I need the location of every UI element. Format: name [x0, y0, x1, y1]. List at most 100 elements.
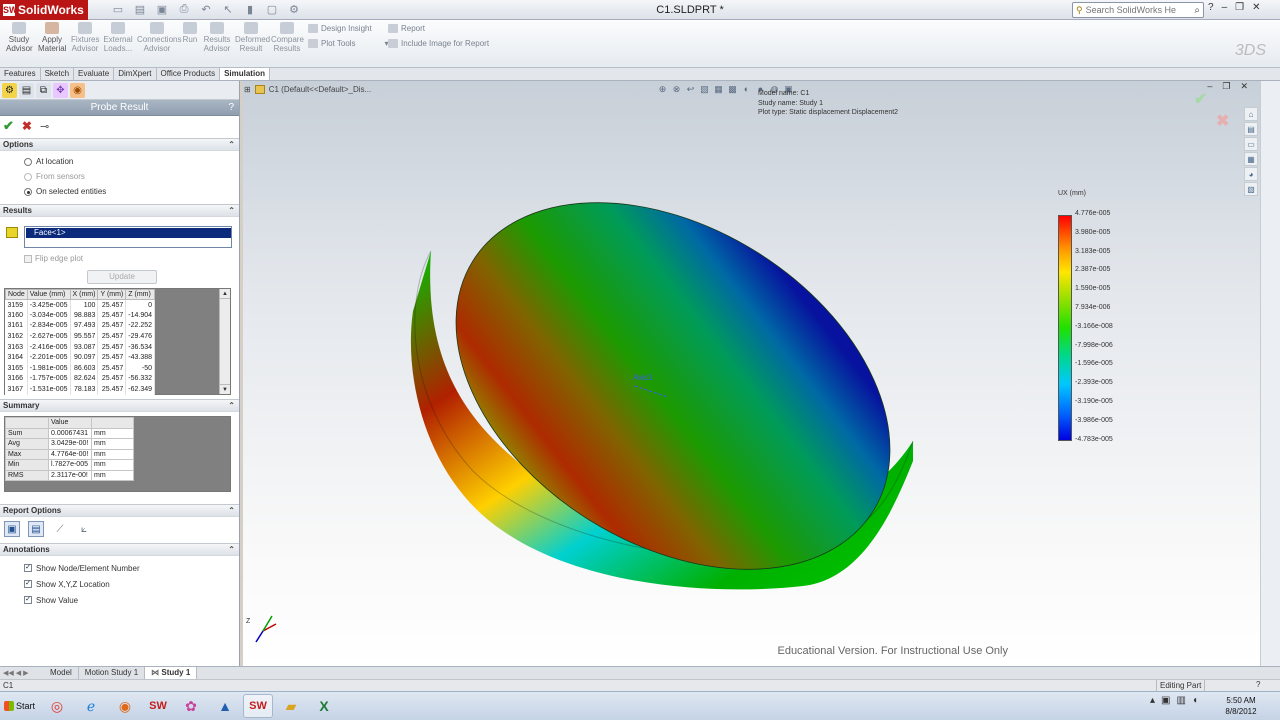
tab-sketch[interactable]: Sketch: [41, 68, 75, 80]
graph-save-icon[interactable]: ⟀: [76, 521, 92, 537]
fixtures-advisor-button[interactable]: Fixtures Advisor: [71, 22, 99, 53]
collapse-icon[interactable]: ⌃: [228, 505, 235, 517]
paint-icon[interactable]: ✿: [176, 694, 206, 718]
dimxpert-manager-icon[interactable]: ✥: [53, 83, 68, 98]
pin-icon[interactable]: ⊸: [40, 120, 49, 133]
firefox-icon[interactable]: ◉: [110, 694, 140, 718]
ie-icon[interactable]: ℯ: [76, 694, 106, 718]
table-row[interactable]: 3166 -1.757e-005 82.624 25.457 -56.332: [5, 373, 156, 385]
file-explorer-icon[interactable]: ▭: [1244, 137, 1258, 151]
disk-model[interactable]: Axis1: [389, 127, 957, 645]
probe-results-table[interactable]: Node Value (mm) X (mm) Y (mm) Z (mm) 315…: [4, 288, 231, 395]
new-icon[interactable]: ▭: [110, 3, 126, 16]
feature-manager-icon[interactable]: ⚙: [2, 83, 17, 98]
column-header[interactable]: Node: [5, 289, 28, 300]
close-icon[interactable]: ✕: [1252, 2, 1260, 13]
help-search-box[interactable]: ⚲ ⌕: [1072, 2, 1204, 18]
help-icon[interactable]: ?: [1208, 2, 1214, 13]
tab-simulation[interactable]: Simulation: [220, 68, 270, 80]
print-icon[interactable]: ⎙: [176, 3, 192, 16]
tab-model[interactable]: Model: [44, 667, 79, 679]
display-manager-icon[interactable]: ◉: [70, 83, 85, 98]
view-palette-icon[interactable]: ▦: [1244, 152, 1258, 166]
tab-motion-study-1[interactable]: Motion Study 1: [79, 667, 146, 679]
selected-face-item[interactable]: Face<1>: [26, 228, 231, 238]
tab-evaluate[interactable]: Evaluate: [74, 68, 115, 80]
scroll-down-icon[interactable]: ▼: [220, 384, 230, 394]
design-insight-button[interactable]: Design Insight: [308, 24, 372, 33]
tray-app-icon[interactable]: ▣: [1161, 695, 1170, 706]
annotations-section-header[interactable]: Annotations ⌃: [0, 543, 239, 556]
configuration-manager-icon[interactable]: ⧉: [36, 83, 51, 98]
volume-icon[interactable]: ◖: [1192, 695, 1198, 706]
rebuild-icon[interactable]: ▮: [242, 3, 258, 16]
start-button[interactable]: Start: [2, 695, 36, 717]
save-data-icon[interactable]: ▣: [4, 521, 20, 537]
column-header[interactable]: X (mm): [69, 289, 99, 300]
select-icon[interactable]: ↖: [220, 3, 236, 16]
prev-tab-icon[interactable]: ◀: [16, 669, 21, 677]
minimize-icon[interactable]: –: [1222, 2, 1228, 13]
external-loads-button[interactable]: External Loads...: [103, 22, 133, 53]
option-on-selected-entities[interactable]: On selected entities: [0, 184, 239, 199]
solidworks-icon[interactable]: SW: [143, 694, 173, 718]
graphics-area[interactable]: ⊞ C1 (Default<<Default>_Dis... ⊕ ⊗ ↩ ▧ ▦…: [243, 81, 1260, 666]
chrome-icon[interactable]: ◎: [42, 694, 72, 718]
tab-study-1[interactable]: ⋈ Study 1: [145, 667, 198, 679]
connections-advisor-button[interactable]: Connections Advisor: [137, 22, 181, 53]
design-library-icon[interactable]: ▤: [1244, 122, 1258, 136]
results-advisor-button[interactable]: Results Advisor: [203, 22, 231, 53]
table-row[interactable]: 3165 -1.981e-005 86.603 25.457 -50: [5, 363, 156, 374]
radio-at-location[interactable]: [24, 157, 32, 166]
radio-on-selected-entities[interactable]: [24, 187, 32, 196]
solidworks-active-icon[interactable]: SW: [243, 694, 273, 718]
report-button[interactable]: Report: [388, 24, 425, 33]
run-button[interactable]: Run: [181, 22, 199, 44]
column-header[interactable]: Z (mm): [125, 289, 156, 300]
taskbar-clock[interactable]: 5:50 AM 8/8/2012: [1222, 695, 1260, 717]
collapse-icon[interactable]: ⌃: [228, 139, 235, 151]
folder-icon[interactable]: ▰: [276, 694, 306, 718]
summary-section-header[interactable]: Summary ⌃: [0, 399, 239, 412]
excel-icon[interactable]: X: [309, 694, 339, 718]
help-icon[interactable]: ?: [228, 100, 234, 116]
table-row[interactable]: 3164 -2.201e-005 90.097 25.457 -43.388: [5, 352, 156, 364]
network-icon[interactable]: ▥: [1176, 695, 1185, 706]
show-xyz-location-row[interactable]: ✓ Show X,Y,Z Location: [0, 576, 239, 592]
property-manager-icon[interactable]: ▤: [19, 83, 34, 98]
apply-material-button[interactable]: Apply Material: [38, 22, 66, 53]
search-icon[interactable]: ⌕: [1194, 5, 1200, 16]
help-search-input[interactable]: [1085, 5, 1176, 15]
search-scope-icon[interactable]: ⚲: [1076, 5, 1083, 16]
show-node-number-row[interactable]: ✓ Show Node/Element Number: [0, 560, 239, 576]
restore-icon[interactable]: ❐: [1235, 2, 1244, 13]
undo-icon[interactable]: ↶: [198, 3, 214, 16]
selected-entities-list[interactable]: Face<1>: [24, 226, 232, 248]
column-header[interactable]: Y (mm): [97, 289, 127, 300]
table-scrollbar[interactable]: ▲ ▼: [219, 289, 230, 394]
compare-results-button[interactable]: Compare Results: [271, 22, 304, 53]
ok-icon[interactable]: ✔: [3, 118, 14, 134]
table-row[interactable]: 3162 -2.627e-005 95.557 25.457 -29.476: [5, 331, 156, 342]
plot-tools-button[interactable]: Plot Tools ▾: [308, 39, 389, 48]
study-advisor-button[interactable]: Study Advisor: [6, 22, 33, 53]
first-tab-icon[interactable]: ◀◀: [3, 669, 14, 677]
save-plot-icon[interactable]: ▤: [28, 521, 44, 537]
show-value-row[interactable]: ✓ Show Value: [0, 592, 239, 608]
solidworks-menu-button[interactable]: SW SolidWorks: [0, 0, 88, 20]
results-section-header[interactable]: Results ⌃: [0, 204, 239, 217]
column-header[interactable]: Value (mm): [26, 289, 71, 300]
scroll-up-icon[interactable]: ▲: [220, 289, 230, 299]
collapse-icon[interactable]: ⌃: [228, 400, 235, 412]
collapse-icon[interactable]: ⌃: [228, 205, 235, 217]
status-help-icon[interactable]: ?: [1256, 680, 1260, 689]
options-section-header[interactable]: Options ⌃: [0, 138, 239, 151]
show-xyz-location-checkbox[interactable]: ✓: [24, 580, 32, 588]
tab-features[interactable]: Features: [0, 68, 41, 80]
next-tab-icon[interactable]: ▶: [23, 669, 28, 677]
table-row[interactable]: 3160 -3.034e-005 98.883 25.457 -14.904: [5, 310, 156, 321]
show-value-checkbox[interactable]: ✓: [24, 596, 32, 604]
table-row[interactable]: 3161 -2.834e-005 97.493 25.457 -22.252: [5, 320, 156, 332]
home-icon[interactable]: ⌂: [1244, 107, 1258, 121]
report-options-section-header[interactable]: Report Options ⌃: [0, 504, 239, 517]
